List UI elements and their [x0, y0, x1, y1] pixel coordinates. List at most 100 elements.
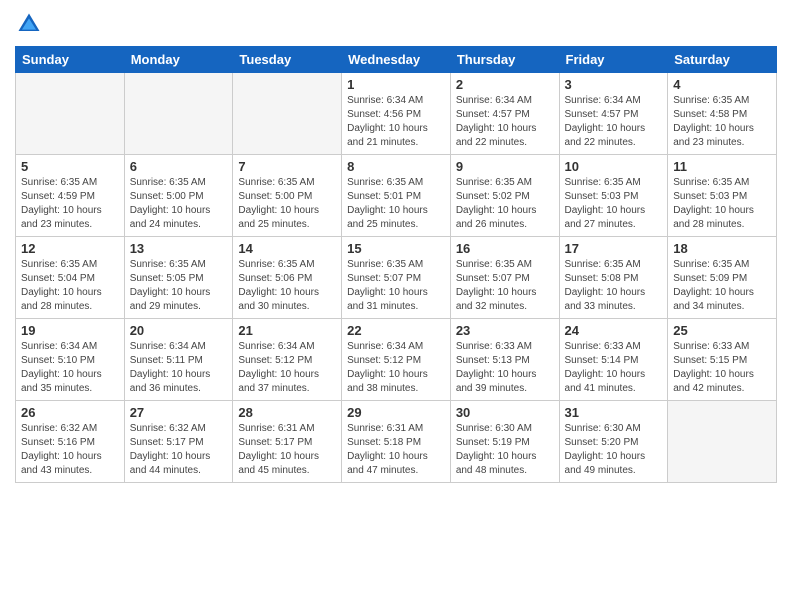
day-number: 6	[130, 159, 228, 174]
day-number: 10	[565, 159, 663, 174]
calendar-cell: 30 Sunrise: 6:30 AM Sunset: 5:19 PM Dayli…	[450, 401, 559, 483]
header-friday: Friday	[559, 47, 668, 73]
day-number: 25	[673, 323, 771, 338]
day-info: Sunrise: 6:34 AM Sunset: 4:56 PM Dayligh…	[347, 94, 445, 150]
calendar-cell: 12 Sunrise: 6:35 AM Sunset: 5:04 PM Dayli…	[16, 237, 125, 319]
calendar-cell: 28 Sunrise: 6:31 AM Sunset: 5:17 PM Dayli…	[233, 401, 342, 483]
day-info: Sunrise: 6:31 AM Sunset: 5:18 PM Dayligh…	[347, 422, 445, 478]
calendar-cell: 14 Sunrise: 6:35 AM Sunset: 5:06 PM Dayli…	[233, 237, 342, 319]
header-thursday: Thursday	[450, 47, 559, 73]
week-row-3: 12 Sunrise: 6:35 AM Sunset: 5:04 PM Dayli…	[16, 237, 777, 319]
day-number: 12	[21, 241, 119, 256]
logo	[15, 10, 47, 38]
day-info: Sunrise: 6:35 AM Sunset: 5:09 PM Dayligh…	[673, 258, 771, 314]
day-number: 9	[456, 159, 554, 174]
day-number: 3	[565, 77, 663, 92]
day-info: Sunrise: 6:35 AM Sunset: 5:06 PM Dayligh…	[238, 258, 336, 314]
day-number: 2	[456, 77, 554, 92]
week-row-5: 26 Sunrise: 6:32 AM Sunset: 5:16 PM Dayli…	[16, 401, 777, 483]
calendar-cell: 23 Sunrise: 6:33 AM Sunset: 5:13 PM Dayli…	[450, 319, 559, 401]
day-info: Sunrise: 6:30 AM Sunset: 5:20 PM Dayligh…	[565, 422, 663, 478]
day-number: 26	[21, 405, 119, 420]
day-info: Sunrise: 6:32 AM Sunset: 5:16 PM Dayligh…	[21, 422, 119, 478]
day-number: 22	[347, 323, 445, 338]
day-number: 23	[456, 323, 554, 338]
header-sunday: Sunday	[16, 47, 125, 73]
week-row-1: 1Sunrise: 6:34 AM Sunset: 4:56 PM Daylig…	[16, 73, 777, 155]
calendar-cell: 9 Sunrise: 6:35 AM Sunset: 5:02 PM Daylig…	[450, 155, 559, 237]
day-number: 29	[347, 405, 445, 420]
day-number: 27	[130, 405, 228, 420]
calendar-cell: 17Sunrise: 6:35 AM Sunset: 5:08 PM Dayli…	[559, 237, 668, 319]
day-info: Sunrise: 6:34 AM Sunset: 4:57 PM Dayligh…	[565, 94, 663, 150]
day-info: Sunrise: 6:31 AM Sunset: 5:17 PM Dayligh…	[238, 422, 336, 478]
header-saturday: Saturday	[668, 47, 777, 73]
calendar-cell: 25 Sunrise: 6:33 AM Sunset: 5:15 PM Dayli…	[668, 319, 777, 401]
day-info: Sunrise: 6:33 AM Sunset: 5:13 PM Dayligh…	[456, 340, 554, 396]
day-number: 14	[238, 241, 336, 256]
day-number: 18	[673, 241, 771, 256]
day-number: 21	[238, 323, 336, 338]
day-info: Sunrise: 6:34 AM Sunset: 5:12 PM Dayligh…	[347, 340, 445, 396]
day-info: Sunrise: 6:34 AM Sunset: 5:12 PM Dayligh…	[238, 340, 336, 396]
day-number: 7	[238, 159, 336, 174]
calendar-cell: 8 Sunrise: 6:35 AM Sunset: 5:01 PM Daylig…	[342, 155, 451, 237]
calendar-cell: 31 Sunrise: 6:30 AM Sunset: 5:20 PM Dayli…	[559, 401, 668, 483]
day-info: Sunrise: 6:35 AM Sunset: 5:07 PM Dayligh…	[456, 258, 554, 314]
day-info: Sunrise: 6:35 AM Sunset: 5:00 PM Dayligh…	[238, 176, 336, 232]
week-row-2: 5 Sunrise: 6:35 AM Sunset: 4:59 PM Daylig…	[16, 155, 777, 237]
calendar-cell: 19Sunrise: 6:34 AM Sunset: 5:10 PM Dayli…	[16, 319, 125, 401]
day-info: Sunrise: 6:34 AM Sunset: 4:57 PM Dayligh…	[456, 94, 554, 150]
day-info: Sunrise: 6:35 AM Sunset: 5:05 PM Dayligh…	[130, 258, 228, 314]
calendar-cell: 13 Sunrise: 6:35 AM Sunset: 5:05 PM Dayli…	[124, 237, 233, 319]
day-info: Sunrise: 6:33 AM Sunset: 5:15 PM Dayligh…	[673, 340, 771, 396]
day-number: 5	[21, 159, 119, 174]
day-info: Sunrise: 6:35 AM Sunset: 5:00 PM Dayligh…	[130, 176, 228, 232]
day-number: 11	[673, 159, 771, 174]
day-info: Sunrise: 6:32 AM Sunset: 5:17 PM Dayligh…	[130, 422, 228, 478]
day-number: 24	[565, 323, 663, 338]
day-info: Sunrise: 6:30 AM Sunset: 5:19 PM Dayligh…	[456, 422, 554, 478]
day-info: Sunrise: 6:35 AM Sunset: 4:59 PM Dayligh…	[21, 176, 119, 232]
calendar-cell: 2 Sunrise: 6:34 AM Sunset: 4:57 PM Daylig…	[450, 73, 559, 155]
day-info: Sunrise: 6:35 AM Sunset: 5:04 PM Dayligh…	[21, 258, 119, 314]
calendar-cell: 26 Sunrise: 6:32 AM Sunset: 5:16 PM Dayli…	[16, 401, 125, 483]
day-number: 16	[456, 241, 554, 256]
page-container: SundayMondayTuesdayWednesdayThursdayFrid…	[0, 0, 792, 493]
day-number: 20	[130, 323, 228, 338]
day-info: Sunrise: 6:35 AM Sunset: 5:03 PM Dayligh…	[673, 176, 771, 232]
calendar-cell: 3 Sunrise: 6:34 AM Sunset: 4:57 PM Daylig…	[559, 73, 668, 155]
day-number: 30	[456, 405, 554, 420]
calendar-cell: 24 Sunrise: 6:33 AM Sunset: 5:14 PM Dayli…	[559, 319, 668, 401]
day-info: Sunrise: 6:35 AM Sunset: 5:01 PM Dayligh…	[347, 176, 445, 232]
calendar-cell: 7 Sunrise: 6:35 AM Sunset: 5:00 PM Daylig…	[233, 155, 342, 237]
day-info: Sunrise: 6:35 AM Sunset: 5:08 PM Dayligh…	[565, 258, 663, 314]
calendar-cell: 18 Sunrise: 6:35 AM Sunset: 5:09 PM Dayli…	[668, 237, 777, 319]
calendar-cell: 27 Sunrise: 6:32 AM Sunset: 5:17 PM Dayli…	[124, 401, 233, 483]
page-header	[15, 10, 777, 38]
day-info: Sunrise: 6:34 AM Sunset: 5:11 PM Dayligh…	[130, 340, 228, 396]
day-info: Sunrise: 6:35 AM Sunset: 5:02 PM Dayligh…	[456, 176, 554, 232]
day-info: Sunrise: 6:34 AM Sunset: 5:10 PM Dayligh…	[21, 340, 119, 396]
day-info: Sunrise: 6:35 AM Sunset: 5:03 PM Dayligh…	[565, 176, 663, 232]
calendar-cell: 4Sunrise: 6:35 AM Sunset: 4:58 PM Daylig…	[668, 73, 777, 155]
day-number: 31	[565, 405, 663, 420]
header-row: SundayMondayTuesdayWednesdayThursdayFrid…	[16, 47, 777, 73]
calendar-cell: 6 Sunrise: 6:35 AM Sunset: 5:00 PM Daylig…	[124, 155, 233, 237]
day-number: 28	[238, 405, 336, 420]
calendar-cell: 29 Sunrise: 6:31 AM Sunset: 5:18 PM Dayli…	[342, 401, 451, 483]
calendar-cell: 10 Sunrise: 6:35 AM Sunset: 5:03 PM Dayli…	[559, 155, 668, 237]
day-number: 8	[347, 159, 445, 174]
day-info: Sunrise: 6:33 AM Sunset: 5:14 PM Dayligh…	[565, 340, 663, 396]
calendar-cell: 21 Sunrise: 6:34 AM Sunset: 5:12 PM Dayli…	[233, 319, 342, 401]
calendar-cell: 22 Sunrise: 6:34 AM Sunset: 5:12 PM Dayli…	[342, 319, 451, 401]
day-number: 13	[130, 241, 228, 256]
day-info: Sunrise: 6:35 AM Sunset: 4:58 PM Dayligh…	[673, 94, 771, 150]
day-number: 15	[347, 241, 445, 256]
calendar-cell: 20 Sunrise: 6:34 AM Sunset: 5:11 PM Dayli…	[124, 319, 233, 401]
logo-icon	[15, 10, 43, 38]
calendar-cell: 15 Sunrise: 6:35 AM Sunset: 5:07 PM Dayli…	[342, 237, 451, 319]
day-info: Sunrise: 6:35 AM Sunset: 5:07 PM Dayligh…	[347, 258, 445, 314]
calendar-cell	[233, 73, 342, 155]
header-monday: Monday	[124, 47, 233, 73]
